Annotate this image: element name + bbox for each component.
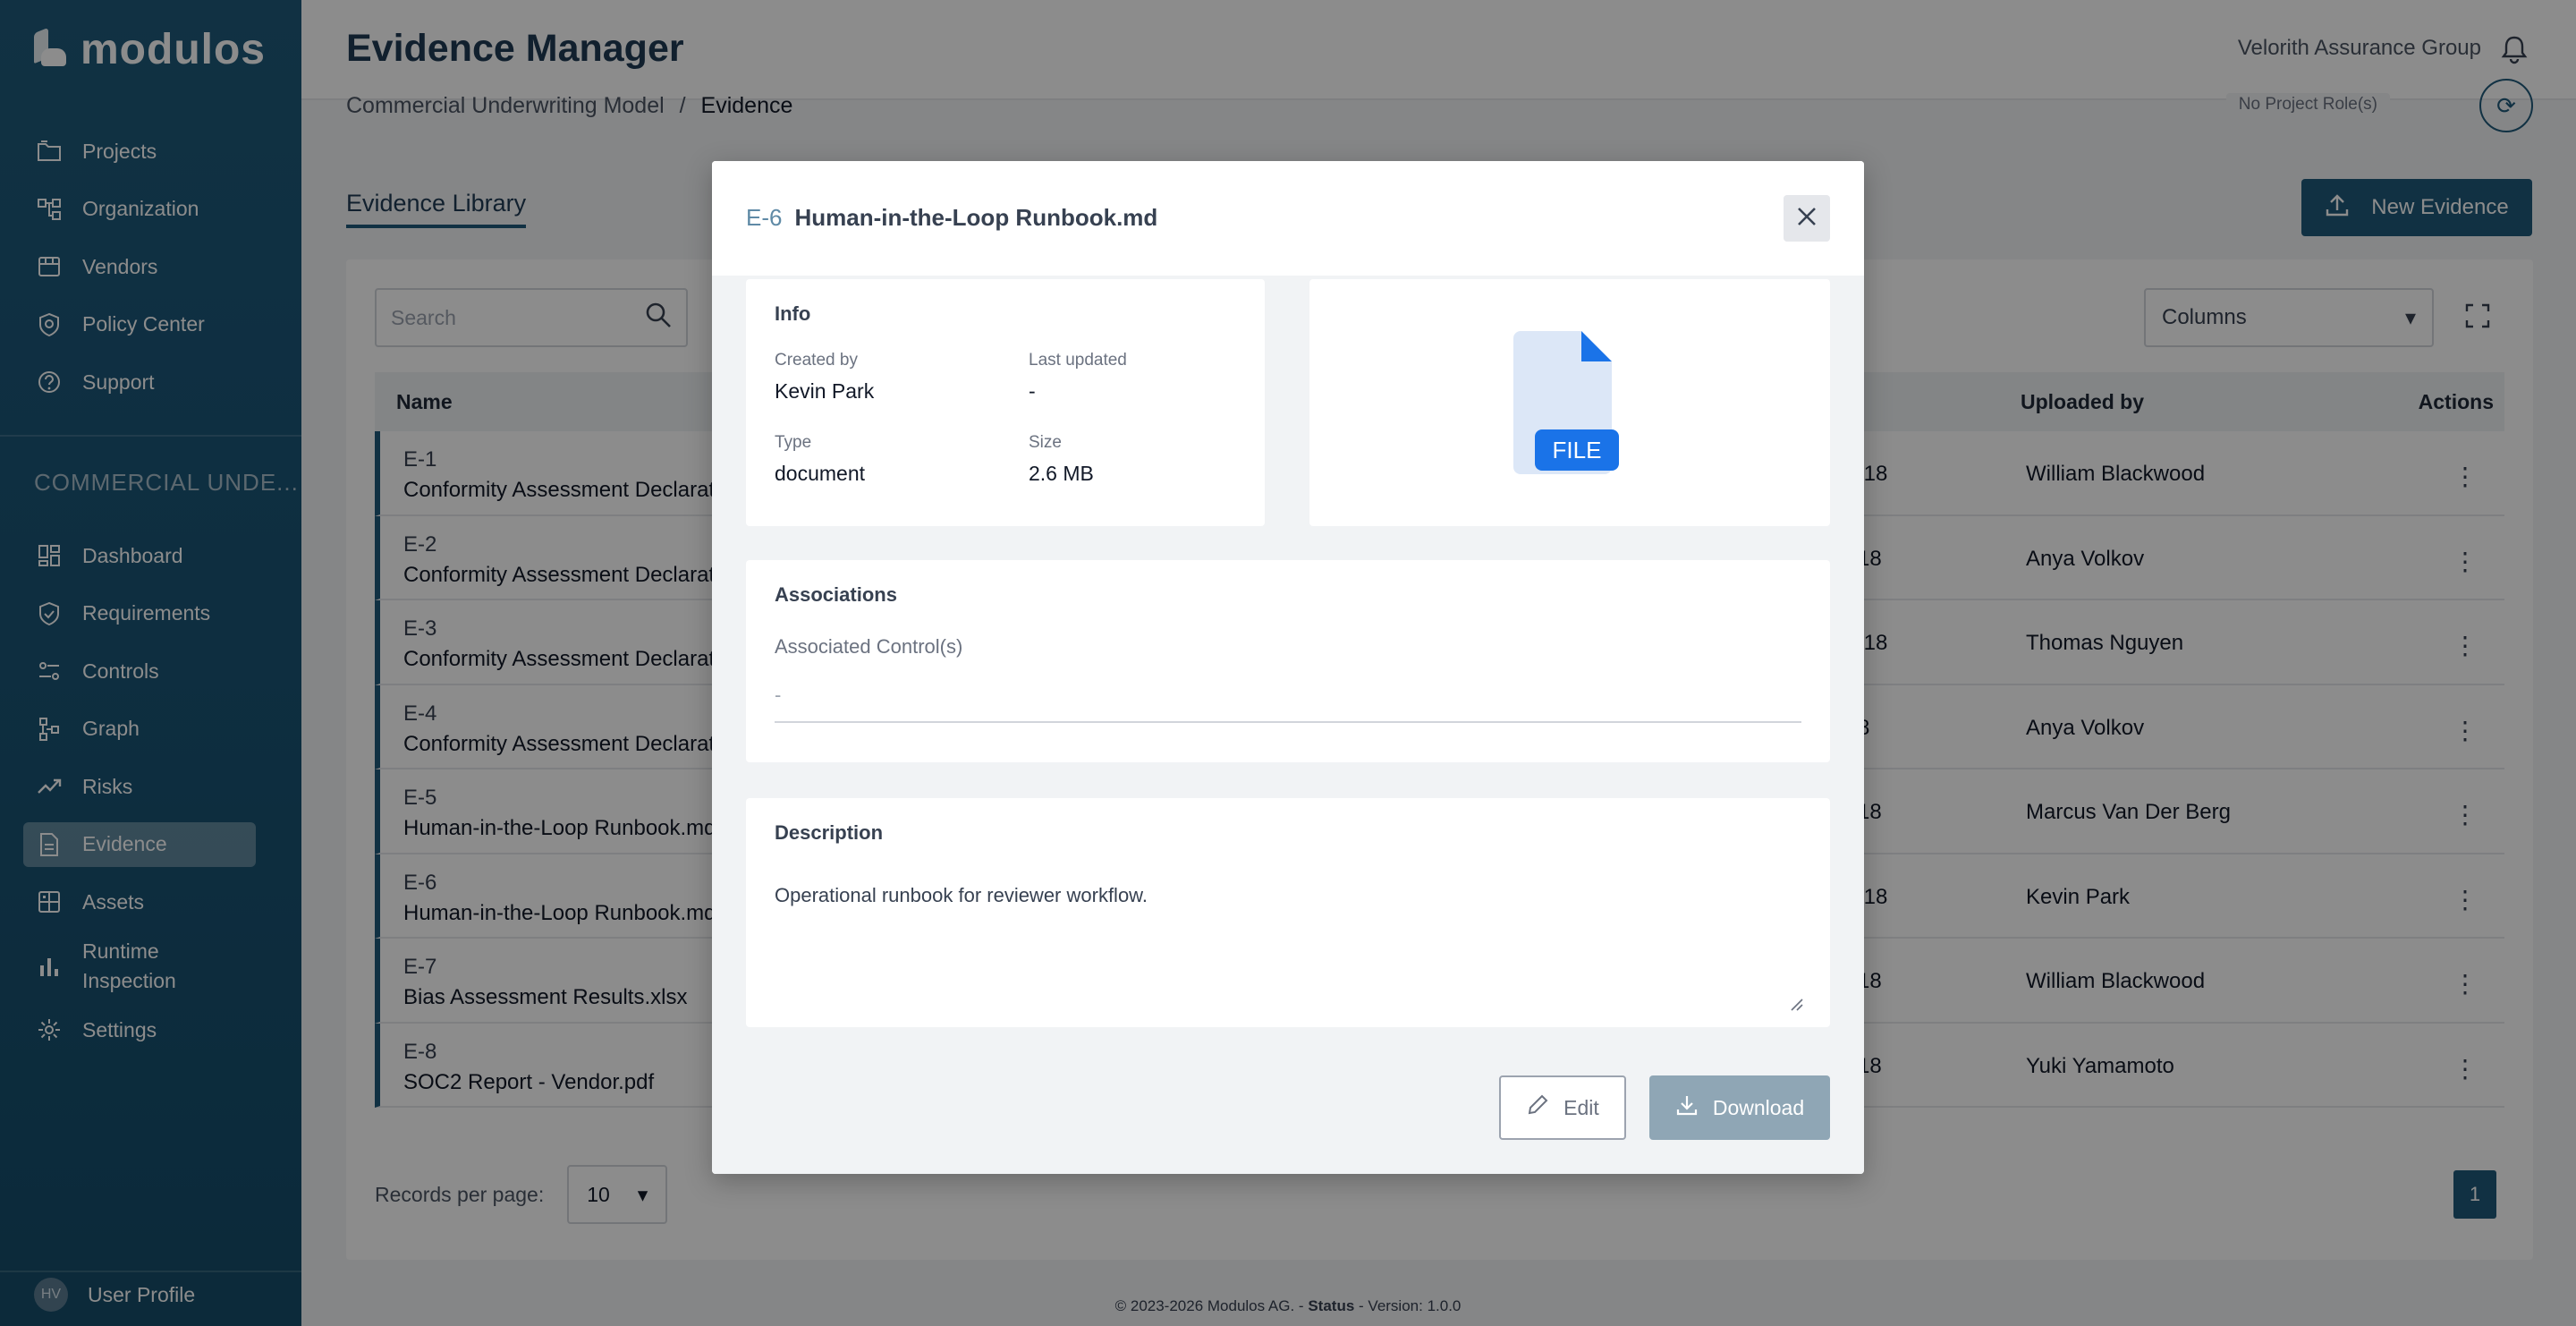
created-by-value: Kevin Park [775, 379, 875, 403]
download-button[interactable]: Download [1649, 1075, 1830, 1140]
size-label: Size [1029, 433, 1062, 452]
last-updated-value: - [1029, 379, 1036, 403]
associated-controls-field[interactable]: - [775, 684, 781, 707]
description-panel: Description Operational runbook for revi… [746, 798, 1830, 1027]
file-preview-panel: FILE [1309, 279, 1830, 526]
description-title: Description [775, 821, 884, 844]
description-textarea[interactable]: Operational runbook for reviewer workflo… [775, 884, 1148, 907]
size-value: 2.6 MB [1029, 462, 1094, 485]
type-label: Type [775, 433, 812, 452]
close-icon [1796, 206, 1818, 232]
evidence-detail-modal: E-6 Human-in-the-Loop Runbook.md Info Cre… [712, 161, 1864, 1174]
file-icon: FILE [1508, 329, 1619, 481]
file-badge-text: FILE [1553, 437, 1602, 463]
associated-controls-label: Associated Control(s) [775, 635, 963, 658]
edit-button[interactable]: Edit [1499, 1075, 1626, 1140]
modal-header: E-6 Human-in-the-Loop Runbook.md [712, 161, 1864, 276]
modal-title: E-6 Human-in-the-Loop Runbook.md [746, 204, 1157, 232]
close-button[interactable] [1784, 195, 1830, 242]
associations-title: Associations [775, 583, 897, 606]
modal-evidence-id: E-6 [746, 204, 783, 231]
last-updated-label: Last updated [1029, 351, 1127, 370]
edit-label: Edit [1563, 1095, 1599, 1119]
resize-handle-icon[interactable] [1787, 995, 1803, 1011]
download-label: Download [1712, 1095, 1805, 1119]
associated-controls-underline [775, 721, 1801, 723]
info-title: Info [775, 302, 811, 325]
modal-evidence-name: Human-in-the-Loop Runbook.md [794, 204, 1158, 231]
pencil-icon [1526, 1093, 1549, 1122]
created-by-label: Created by [775, 351, 858, 370]
associations-panel: Associations Associated Control(s) - [746, 560, 1830, 762]
info-panel: Info Created by Kevin Park Last updated … [746, 279, 1265, 526]
download-icon [1675, 1093, 1699, 1122]
type-value: document [775, 462, 866, 485]
